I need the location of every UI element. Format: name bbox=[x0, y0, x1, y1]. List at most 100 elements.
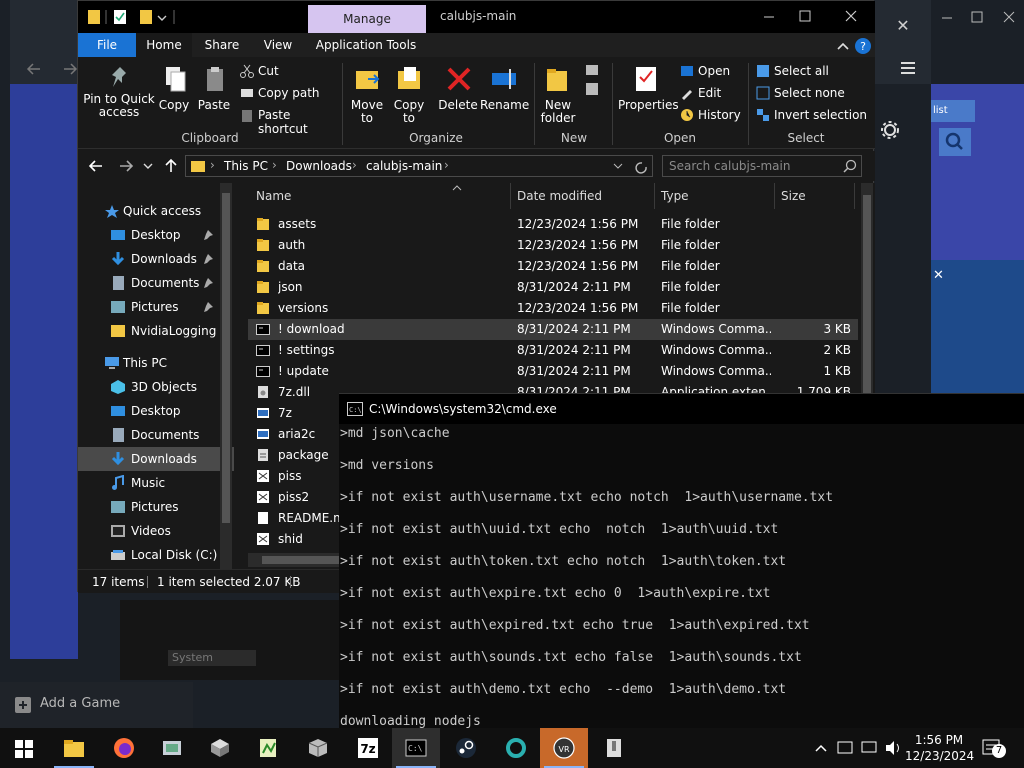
open-button[interactable]: Open bbox=[678, 63, 748, 81]
copy-path-button[interactable]: Copy path bbox=[238, 85, 338, 103]
crumb-downloads[interactable]: Downloads bbox=[286, 159, 352, 173]
crumb-calubjs-main[interactable]: calubjs-main bbox=[366, 159, 442, 173]
file-date: 12/23/2024 1:56 PM bbox=[517, 301, 639, 315]
invert-selection-button[interactable]: Invert selection bbox=[754, 107, 870, 125]
background-search-icon[interactable] bbox=[939, 128, 971, 156]
tab-application-tools[interactable]: Application Tools bbox=[310, 33, 422, 57]
select-group-label: Select bbox=[787, 131, 825, 145]
background-window-buttons[interactable] bbox=[940, 8, 1024, 28]
new-item-icons[interactable] bbox=[582, 63, 608, 99]
nav-pc-local-disk[interactable]: Local Disk (C:) bbox=[78, 543, 234, 567]
background-art-right-lower: ✕ bbox=[931, 260, 1024, 404]
table-row[interactable]: ! settings 8/31/2024 2:11 PM Windows Comma… bbox=[248, 340, 858, 361]
background-menu-icon[interactable] bbox=[898, 60, 918, 76]
table-row[interactable]: ! download 8/31/2024 2:11 PM Windows Comma… bbox=[248, 319, 858, 340]
nav-quick-access[interactable]: Quick access bbox=[78, 199, 234, 223]
select-none-button[interactable]: Select none bbox=[754, 85, 866, 103]
system-tray-icons[interactable] bbox=[814, 739, 904, 757]
taskbar-notepad-plus[interactable] bbox=[244, 728, 292, 768]
quick-access-toolbar[interactable] bbox=[86, 8, 186, 26]
table-row[interactable]: data 12/23/2024 1:56 PM File folder bbox=[248, 256, 858, 277]
taskbar-firefox[interactable] bbox=[100, 728, 148, 768]
folder-icon bbox=[256, 217, 270, 231]
paste-icon bbox=[207, 67, 223, 91]
paste-shortcut-button[interactable]: Paste shortcut bbox=[238, 107, 338, 136]
pin-to-quick-access-button[interactable]: Pin to Quick access bbox=[82, 63, 156, 125]
nav-pc-music[interactable]: Music bbox=[78, 471, 234, 495]
taskbar-photos[interactable] bbox=[148, 728, 196, 768]
close-icon[interactable]: ✕ bbox=[933, 268, 949, 284]
nav-pc-pictures[interactable]: Pictures bbox=[78, 495, 234, 519]
ribbon-collapse-and-help[interactable]: ? bbox=[834, 37, 874, 55]
nav-pc-desktop[interactable]: Desktop bbox=[78, 399, 234, 423]
taskbar-archive[interactable] bbox=[590, 728, 638, 768]
nav-item-documents[interactable]: Documents bbox=[78, 271, 234, 295]
taskbar-file-explorer[interactable] bbox=[50, 728, 98, 768]
column-type[interactable]: Type bbox=[661, 183, 689, 209]
tab-view[interactable]: View bbox=[252, 33, 304, 57]
nav-pc-videos[interactable]: Videos bbox=[78, 519, 234, 543]
tab-share[interactable]: Share bbox=[192, 33, 252, 57]
table-row[interactable]: assets 12/23/2024 1:56 PM File folder bbox=[248, 214, 858, 235]
crumb-this-pc[interactable]: This PC bbox=[224, 159, 268, 173]
tab-file[interactable]: File bbox=[78, 33, 136, 57]
svg-text:✕: ✕ bbox=[896, 16, 909, 35]
nav-item-downloads[interactable]: Downloads bbox=[78, 247, 234, 271]
select-all-button[interactable]: Select all bbox=[754, 63, 866, 81]
rename-button[interactable]: Rename bbox=[480, 63, 529, 119]
cmd-window[interactable]: C:\ C:\Windows\system32\cmd.exe >md json… bbox=[339, 393, 1024, 730]
nav-item-nvidialogging[interactable]: NvidiaLogging bbox=[78, 319, 234, 343]
column-name[interactable]: Name bbox=[256, 183, 291, 209]
nav-pc-3d-objects[interactable]: 3D Objects bbox=[78, 375, 234, 399]
add-game-button[interactable]: Add a Game bbox=[0, 682, 193, 728]
table-row[interactable]: auth 12/23/2024 1:56 PM File folder bbox=[248, 235, 858, 256]
nav-item-desktop[interactable]: Desktop bbox=[78, 223, 234, 247]
nav-pc-downloads[interactable]: Downloads bbox=[78, 447, 234, 471]
notifications-button[interactable]: 7 bbox=[980, 738, 1006, 760]
cut-button[interactable]: Cut bbox=[238, 63, 338, 81]
properties-button[interactable]: Properties bbox=[618, 63, 679, 125]
taskbar-command-prompt[interactable]: C:\ bbox=[392, 728, 440, 768]
background-dialog-field[interactable]: System bbox=[168, 650, 256, 666]
refresh-icon[interactable] bbox=[612, 160, 652, 174]
manage-tab[interactable]: Manage bbox=[308, 5, 426, 33]
table-row[interactable]: json 8/31/2024 2:11 PM File folder bbox=[248, 277, 858, 298]
edit-button[interactable]: Edit bbox=[678, 85, 748, 103]
cut-label: Cut bbox=[258, 64, 279, 78]
nav-this-pc[interactable]: This PC bbox=[78, 351, 234, 375]
notepad-plus-icon bbox=[260, 739, 276, 757]
window-controls[interactable] bbox=[758, 7, 870, 27]
pin-icon bbox=[204, 254, 213, 264]
taskbar-7zip[interactable]: 7z bbox=[344, 728, 392, 768]
history-button[interactable]: History bbox=[678, 107, 748, 125]
paste-button[interactable]: Paste bbox=[196, 63, 232, 119]
table-row[interactable]: versions 12/23/2024 1:56 PM File folder bbox=[248, 298, 858, 319]
move-to-button[interactable]: Move to bbox=[348, 63, 386, 125]
delete-button[interactable]: Delete bbox=[436, 63, 480, 119]
start-button[interactable] bbox=[0, 728, 48, 768]
address-box[interactable]: › This PC › Downloads › calubjs-main › bbox=[185, 155, 653, 177]
table-row[interactable]: ! update 8/31/2024 2:11 PM Windows Comma..… bbox=[248, 361, 858, 382]
gear-icon[interactable] bbox=[880, 120, 900, 140]
column-date-modified[interactable]: Date modified bbox=[517, 183, 602, 209]
new-folder-button[interactable]: New folder bbox=[538, 63, 578, 125]
ribbon-tabs: File Home Share View Application Tools ? bbox=[78, 33, 875, 57]
nav-scrollbar[interactable] bbox=[220, 183, 232, 569]
taskbar-steam[interactable] bbox=[442, 728, 490, 768]
copy-to-button[interactable]: Copy to bbox=[390, 63, 428, 125]
file-date: 12/23/2024 1:56 PM bbox=[517, 217, 639, 231]
taskbar-vr-app[interactable]: VR bbox=[540, 728, 588, 768]
column-size[interactable]: Size bbox=[781, 183, 806, 209]
taskbar-package-manager[interactable] bbox=[294, 728, 342, 768]
clock[interactable]: 1:56 PM 12/23/2024 bbox=[905, 728, 974, 768]
properties-icon bbox=[636, 67, 656, 91]
file-size: 1 KB bbox=[823, 364, 851, 378]
tab-home[interactable]: Home bbox=[136, 33, 192, 57]
copy-button[interactable]: Copy bbox=[156, 63, 192, 119]
taskbar-minecraft[interactable] bbox=[196, 728, 244, 768]
navigation-buttons[interactable] bbox=[88, 158, 180, 174]
nav-item-pictures[interactable]: Pictures bbox=[78, 295, 234, 319]
nav-pc-documents[interactable]: Documents bbox=[78, 423, 234, 447]
search-input[interactable]: Search calubjs-main bbox=[662, 155, 862, 177]
taskbar-browser-app[interactable] bbox=[492, 728, 540, 768]
